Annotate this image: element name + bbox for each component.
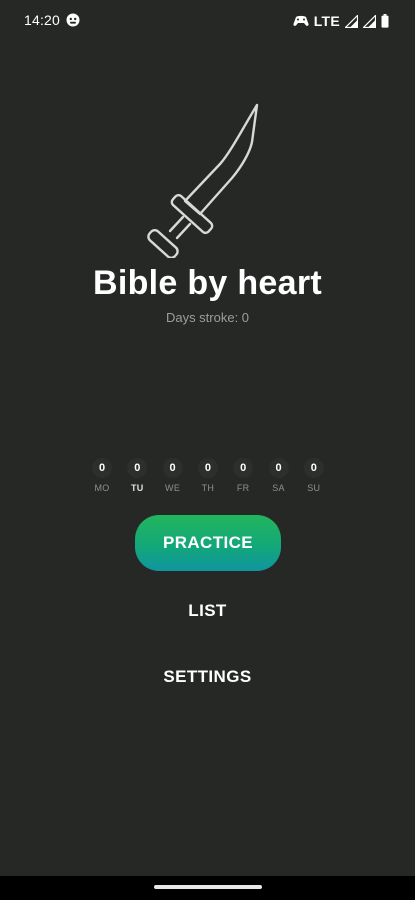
day-count: 0 (233, 458, 254, 478)
navigation-bar (0, 876, 415, 900)
streak-label: Days stroke: 0 (165, 310, 250, 325)
day-label: TH (201, 483, 215, 493)
status-icons: LTE (293, 12, 389, 30)
network-type: LTE (313, 13, 340, 29)
day-friday: 0 FR (225, 458, 261, 493)
settings-button[interactable]: SETTINGS (0, 664, 415, 690)
day-label: WE (165, 483, 181, 493)
gamepad-icon (293, 14, 309, 28)
day-count: 0 (303, 458, 324, 478)
signal-icon (345, 14, 358, 28)
sword-icon (140, 100, 265, 258)
day-count: 0 (268, 458, 289, 478)
day-wednesday: 0 WE (155, 458, 191, 493)
day-monday: 0 MO (84, 458, 120, 493)
day-count: 0 (127, 458, 148, 478)
week-streak: 0 MO 0 TU 0 WE 0 TH 0 FR 0 SA 0 SU (84, 458, 332, 498)
status-bar: 14:20 LTE (0, 0, 415, 42)
signal-icon (363, 14, 376, 28)
list-button[interactable]: LIST (0, 598, 415, 624)
day-label: TU (130, 483, 144, 493)
day-thursday: 0 TH (190, 458, 226, 493)
app-title: Bible by heart (92, 264, 323, 302)
day-label: MO (94, 483, 110, 493)
day-label: FR (236, 483, 250, 493)
day-tuesday: 0 TU (119, 458, 155, 493)
day-count: 0 (197, 458, 218, 478)
day-count: 0 (92, 458, 112, 478)
day-saturday: 0 SA (261, 458, 297, 493)
day-label: SU (307, 483, 321, 493)
day-count: 0 (162, 458, 183, 478)
day-sunday: 0 SU (296, 458, 332, 493)
day-label: SA (272, 483, 285, 493)
status-time: 14:20 (24, 12, 61, 28)
face-icon (66, 13, 80, 27)
battery-icon (381, 14, 389, 28)
home-gesture-handle[interactable] (154, 885, 262, 889)
practice-button[interactable]: PRACTICE (135, 515, 281, 571)
